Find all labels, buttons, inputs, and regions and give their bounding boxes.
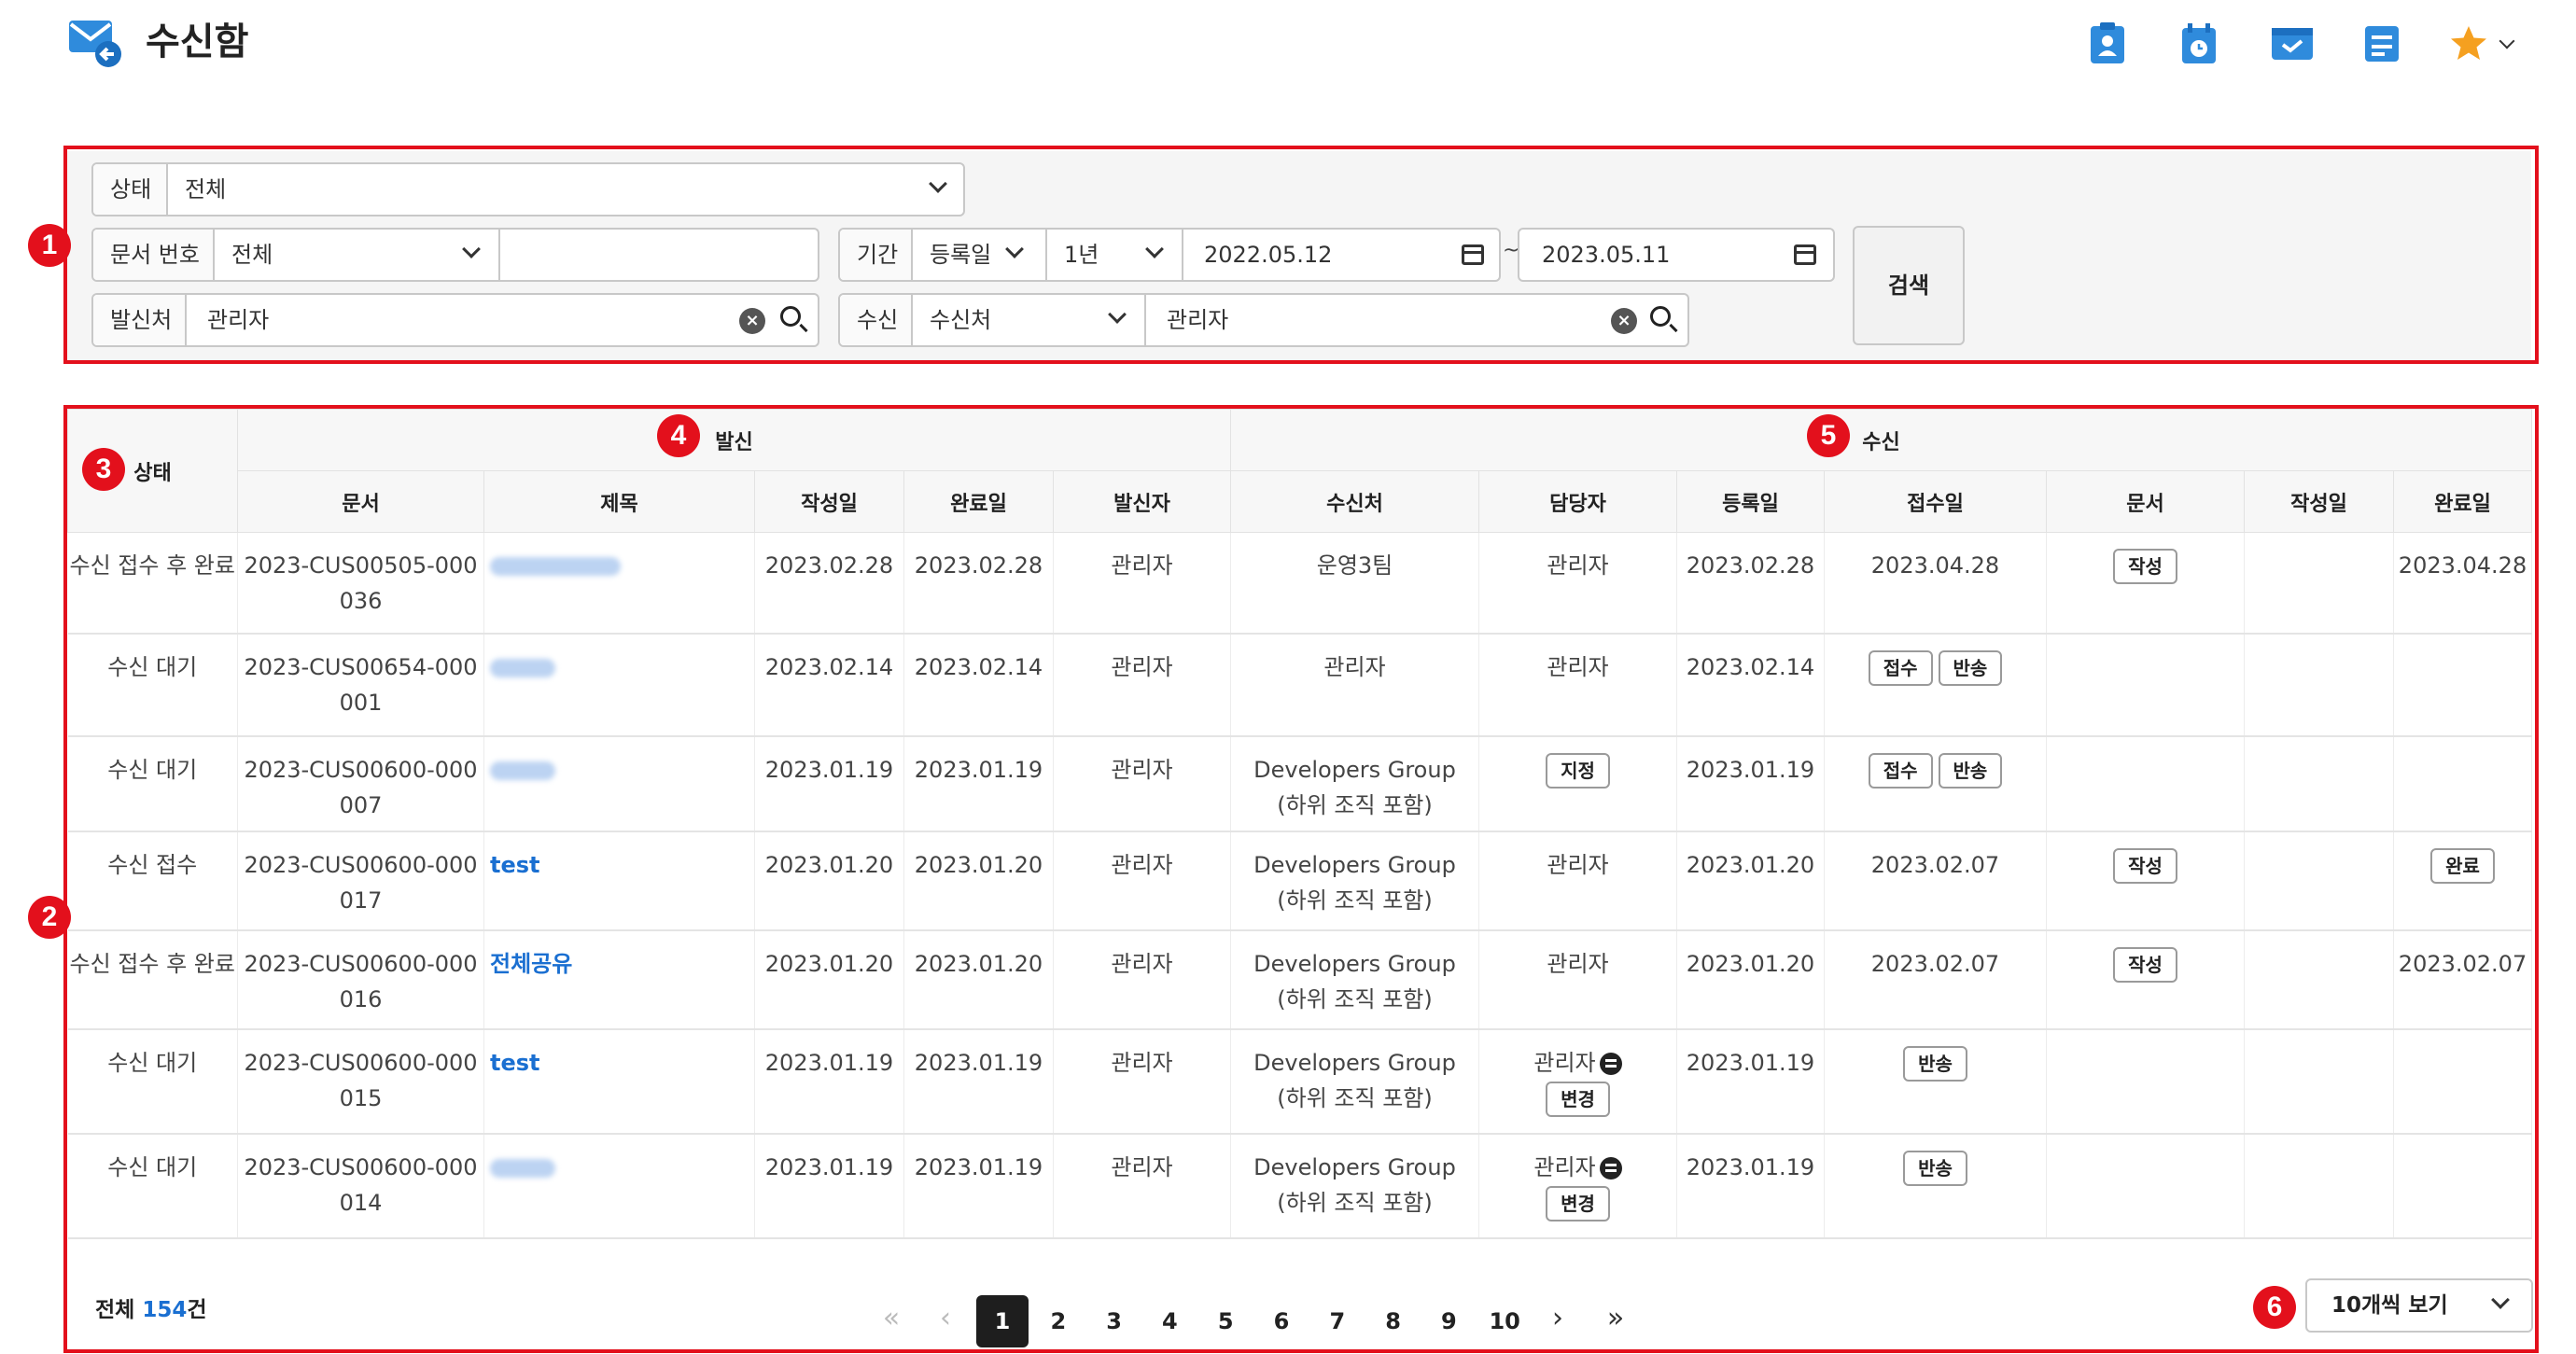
calendar-clock-icon[interactable] [2178,21,2219,65]
annotation-badge-3: 3 [82,448,125,491]
annotation-badge-5: 5 [1807,414,1850,457]
clipboard-user-icon[interactable] [2087,21,2128,65]
annotation-badge-1: 1 [28,224,71,267]
annotation-box-filter [63,146,2539,364]
annotation-box-table [63,405,2539,1353]
annotation-badge-2: 2 [28,896,71,939]
favorite-star-icon[interactable] [2447,21,2490,65]
annotation-badge-6: 6 [2253,1286,2296,1329]
page-title: 수신함 [146,21,249,63]
mail-inbox-icon [69,21,121,67]
mail-board-icon[interactable] [2270,21,2315,65]
document-list-icon[interactable] [2361,21,2402,65]
annotation-badge-4: 4 [657,414,700,457]
favorites-dropdown-chevron-icon[interactable] [2499,33,2515,49]
